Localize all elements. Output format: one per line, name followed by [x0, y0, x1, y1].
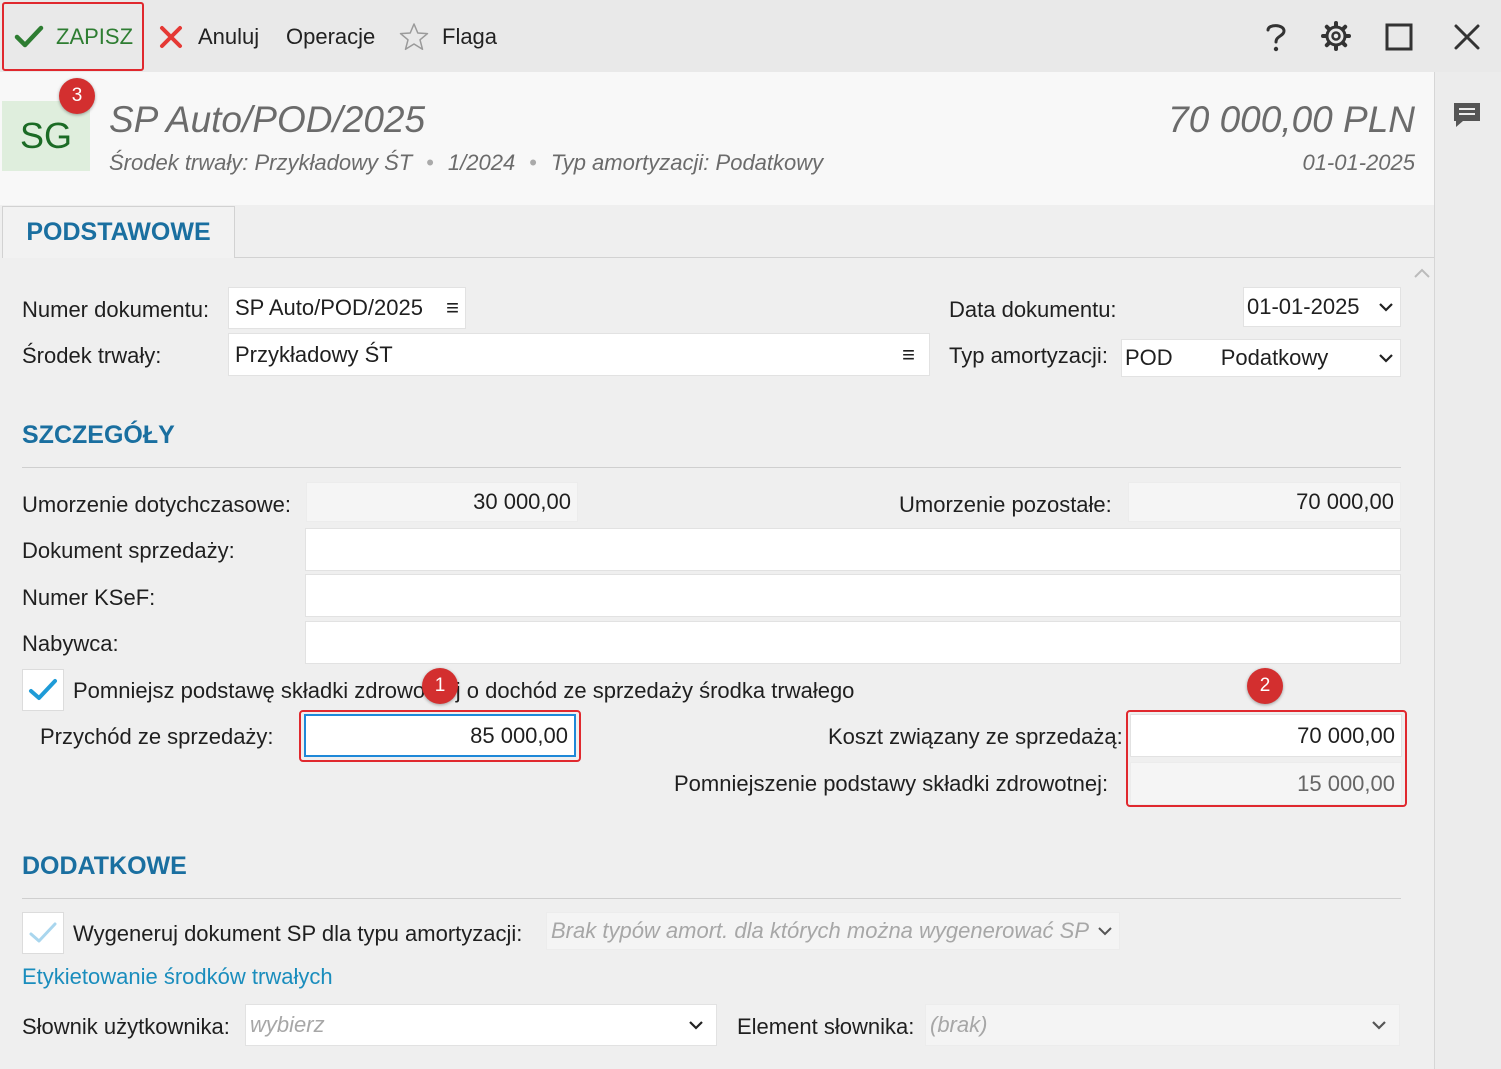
- comment-icon[interactable]: [1451, 100, 1483, 130]
- gear-icon[interactable]: [1320, 20, 1352, 52]
- sales-document-field[interactable]: [305, 528, 1401, 571]
- right-sidebar: [1434, 72, 1501, 1069]
- section-divider: [22, 467, 1401, 468]
- ksef-number-label: Numer KSeF:: [22, 585, 156, 610]
- ksef-number-field[interactable]: [305, 574, 1401, 617]
- generate-sp-select[interactable]: Brak typów amort. dla których można wyge…: [546, 912, 1120, 950]
- section-divider: [22, 898, 1401, 899]
- amort-type-name: Podatkowy: [1220, 345, 1329, 370]
- chevron-down-icon: [1378, 302, 1394, 312]
- menu-lines-icon[interactable]: ≡: [902, 342, 915, 368]
- amort-type-select[interactable]: POD Podatkowy: [1121, 339, 1401, 377]
- asset-labeling-link[interactable]: Etykietowanie środków trwałych: [22, 964, 333, 990]
- document-date: 01-01-2025: [1302, 150, 1415, 175]
- buyer-label: Nabywca:: [22, 631, 119, 656]
- close-icon[interactable]: [1452, 22, 1482, 52]
- dictionary-element-label: Element słownika:: [737, 1014, 915, 1039]
- doc-number-label: Numer dokumentu:: [22, 297, 210, 322]
- menu-lines-icon[interactable]: ≡: [446, 295, 459, 321]
- depreciation-so-far-label: Umorzenie dotychczasowe:: [22, 492, 292, 517]
- section-additional-heading: DODATKOWE: [22, 852, 187, 880]
- reduce-health-base-checkbox[interactable]: [22, 669, 64, 711]
- doc-number-value: SP Auto/POD/2025: [235, 295, 423, 320]
- flag-button[interactable]: Flaga: [398, 20, 497, 54]
- doc-number-field[interactable]: SP Auto/POD/2025 ≡: [228, 287, 466, 329]
- maximize-icon[interactable]: [1384, 22, 1414, 52]
- step-badge-3: 3: [59, 78, 95, 114]
- save-highlight-box: [2, 2, 144, 71]
- step-badge-1: 1: [422, 668, 458, 704]
- help-icon[interactable]: [1262, 20, 1290, 54]
- checkmark-icon: [28, 920, 58, 946]
- generate-sp-label: Wygeneruj dokument SP dla typu amortyzac…: [73, 921, 523, 946]
- subtitle-amortization-type: Typ amortyzacji: Podatkowy: [550, 150, 824, 175]
- generate-sp-checkbox[interactable]: [22, 912, 64, 954]
- subtitle-asset: Środek trwały: Przykładowy ŚT: [109, 150, 413, 175]
- doc-date-value: 01-01-2025: [1247, 294, 1360, 319]
- user-dictionary-select[interactable]: wybierz: [245, 1004, 717, 1046]
- close-x-icon: [158, 24, 184, 50]
- document-subtitle: Środek trwały: Przykładowy ŚT • 1/2024 •…: [109, 150, 823, 176]
- cost-highlight-box: [1126, 710, 1407, 807]
- health-base-reduction-label: Pomniejszenie podstawy składki zdrowotne…: [674, 771, 1109, 796]
- operations-label: Operacje: [286, 24, 376, 49]
- cancel-button[interactable]: Anuluj: [158, 20, 259, 54]
- doc-date-label: Data dokumentu:: [949, 297, 1117, 322]
- amort-type-code: POD: [1125, 345, 1173, 370]
- buyer-field[interactable]: [305, 621, 1401, 664]
- chevron-down-icon: [688, 1020, 704, 1030]
- subtitle-separator: •: [426, 150, 434, 175]
- depreciation-so-far-value: 30 000,00: [306, 482, 578, 522]
- flag-label: Flaga: [442, 24, 498, 49]
- tab-divider: [235, 257, 1434, 258]
- chevron-down-icon: [1097, 926, 1113, 936]
- chevron-down-icon: [1378, 353, 1394, 363]
- amort-type-label: Typ amortyzacji:: [949, 343, 1108, 368]
- dictionary-element-select[interactable]: (brak): [925, 1004, 1400, 1046]
- dictionary-element-placeholder: (brak): [930, 1012, 988, 1037]
- document-amount: 70 000,00 PLN: [1168, 99, 1415, 140]
- depreciation-remaining-label: Umorzenie pozostałe:: [899, 492, 1112, 517]
- reduce-health-base-label[interactable]: Pomniejsz podstawę składki zdrowotnej o …: [73, 678, 854, 704]
- asset-value: Przykładowy ŚT: [235, 341, 393, 367]
- user-dictionary-label: Słownik użytkownika:: [22, 1014, 230, 1039]
- sales-revenue-label: Przychód ze sprzedaży:: [40, 724, 274, 749]
- sales-revenue-input[interactable]: 85 000,00: [304, 714, 576, 757]
- generate-sp-placeholder: Brak typów amort. dla których można wyge…: [551, 918, 1090, 943]
- chevron-up-icon[interactable]: [1412, 266, 1432, 280]
- step-badge-2: 2: [1247, 668, 1283, 704]
- doc-date-picker[interactable]: 01-01-2025: [1243, 287, 1401, 327]
- chevron-down-icon: [1371, 1020, 1387, 1030]
- section-details-heading: SZCZEGÓŁY: [22, 421, 175, 449]
- operations-menu-button[interactable]: Operacje: [286, 20, 375, 54]
- document-title: SP Auto/POD/2025: [109, 99, 426, 140]
- user-dictionary-placeholder: wybierz: [250, 1012, 325, 1037]
- star-icon: [398, 21, 430, 53]
- asset-label: Środek trwały:: [22, 343, 162, 368]
- asset-field[interactable]: Przykładowy ŚT ≡: [228, 333, 930, 376]
- depreciation-remaining-value: 70 000,00: [1128, 482, 1401, 522]
- checkmark-icon: [28, 677, 58, 703]
- sales-cost-label: Koszt związany ze sprzedażą:: [828, 724, 1123, 749]
- sales-document-label: Dokument sprzedaży:: [22, 538, 235, 563]
- subtitle-number: 1/2024: [447, 150, 516, 175]
- cancel-label: Anuluj: [198, 24, 260, 49]
- tab-basic[interactable]: PODSTAWOWE: [2, 206, 235, 258]
- subtitle-separator: •: [529, 150, 537, 175]
